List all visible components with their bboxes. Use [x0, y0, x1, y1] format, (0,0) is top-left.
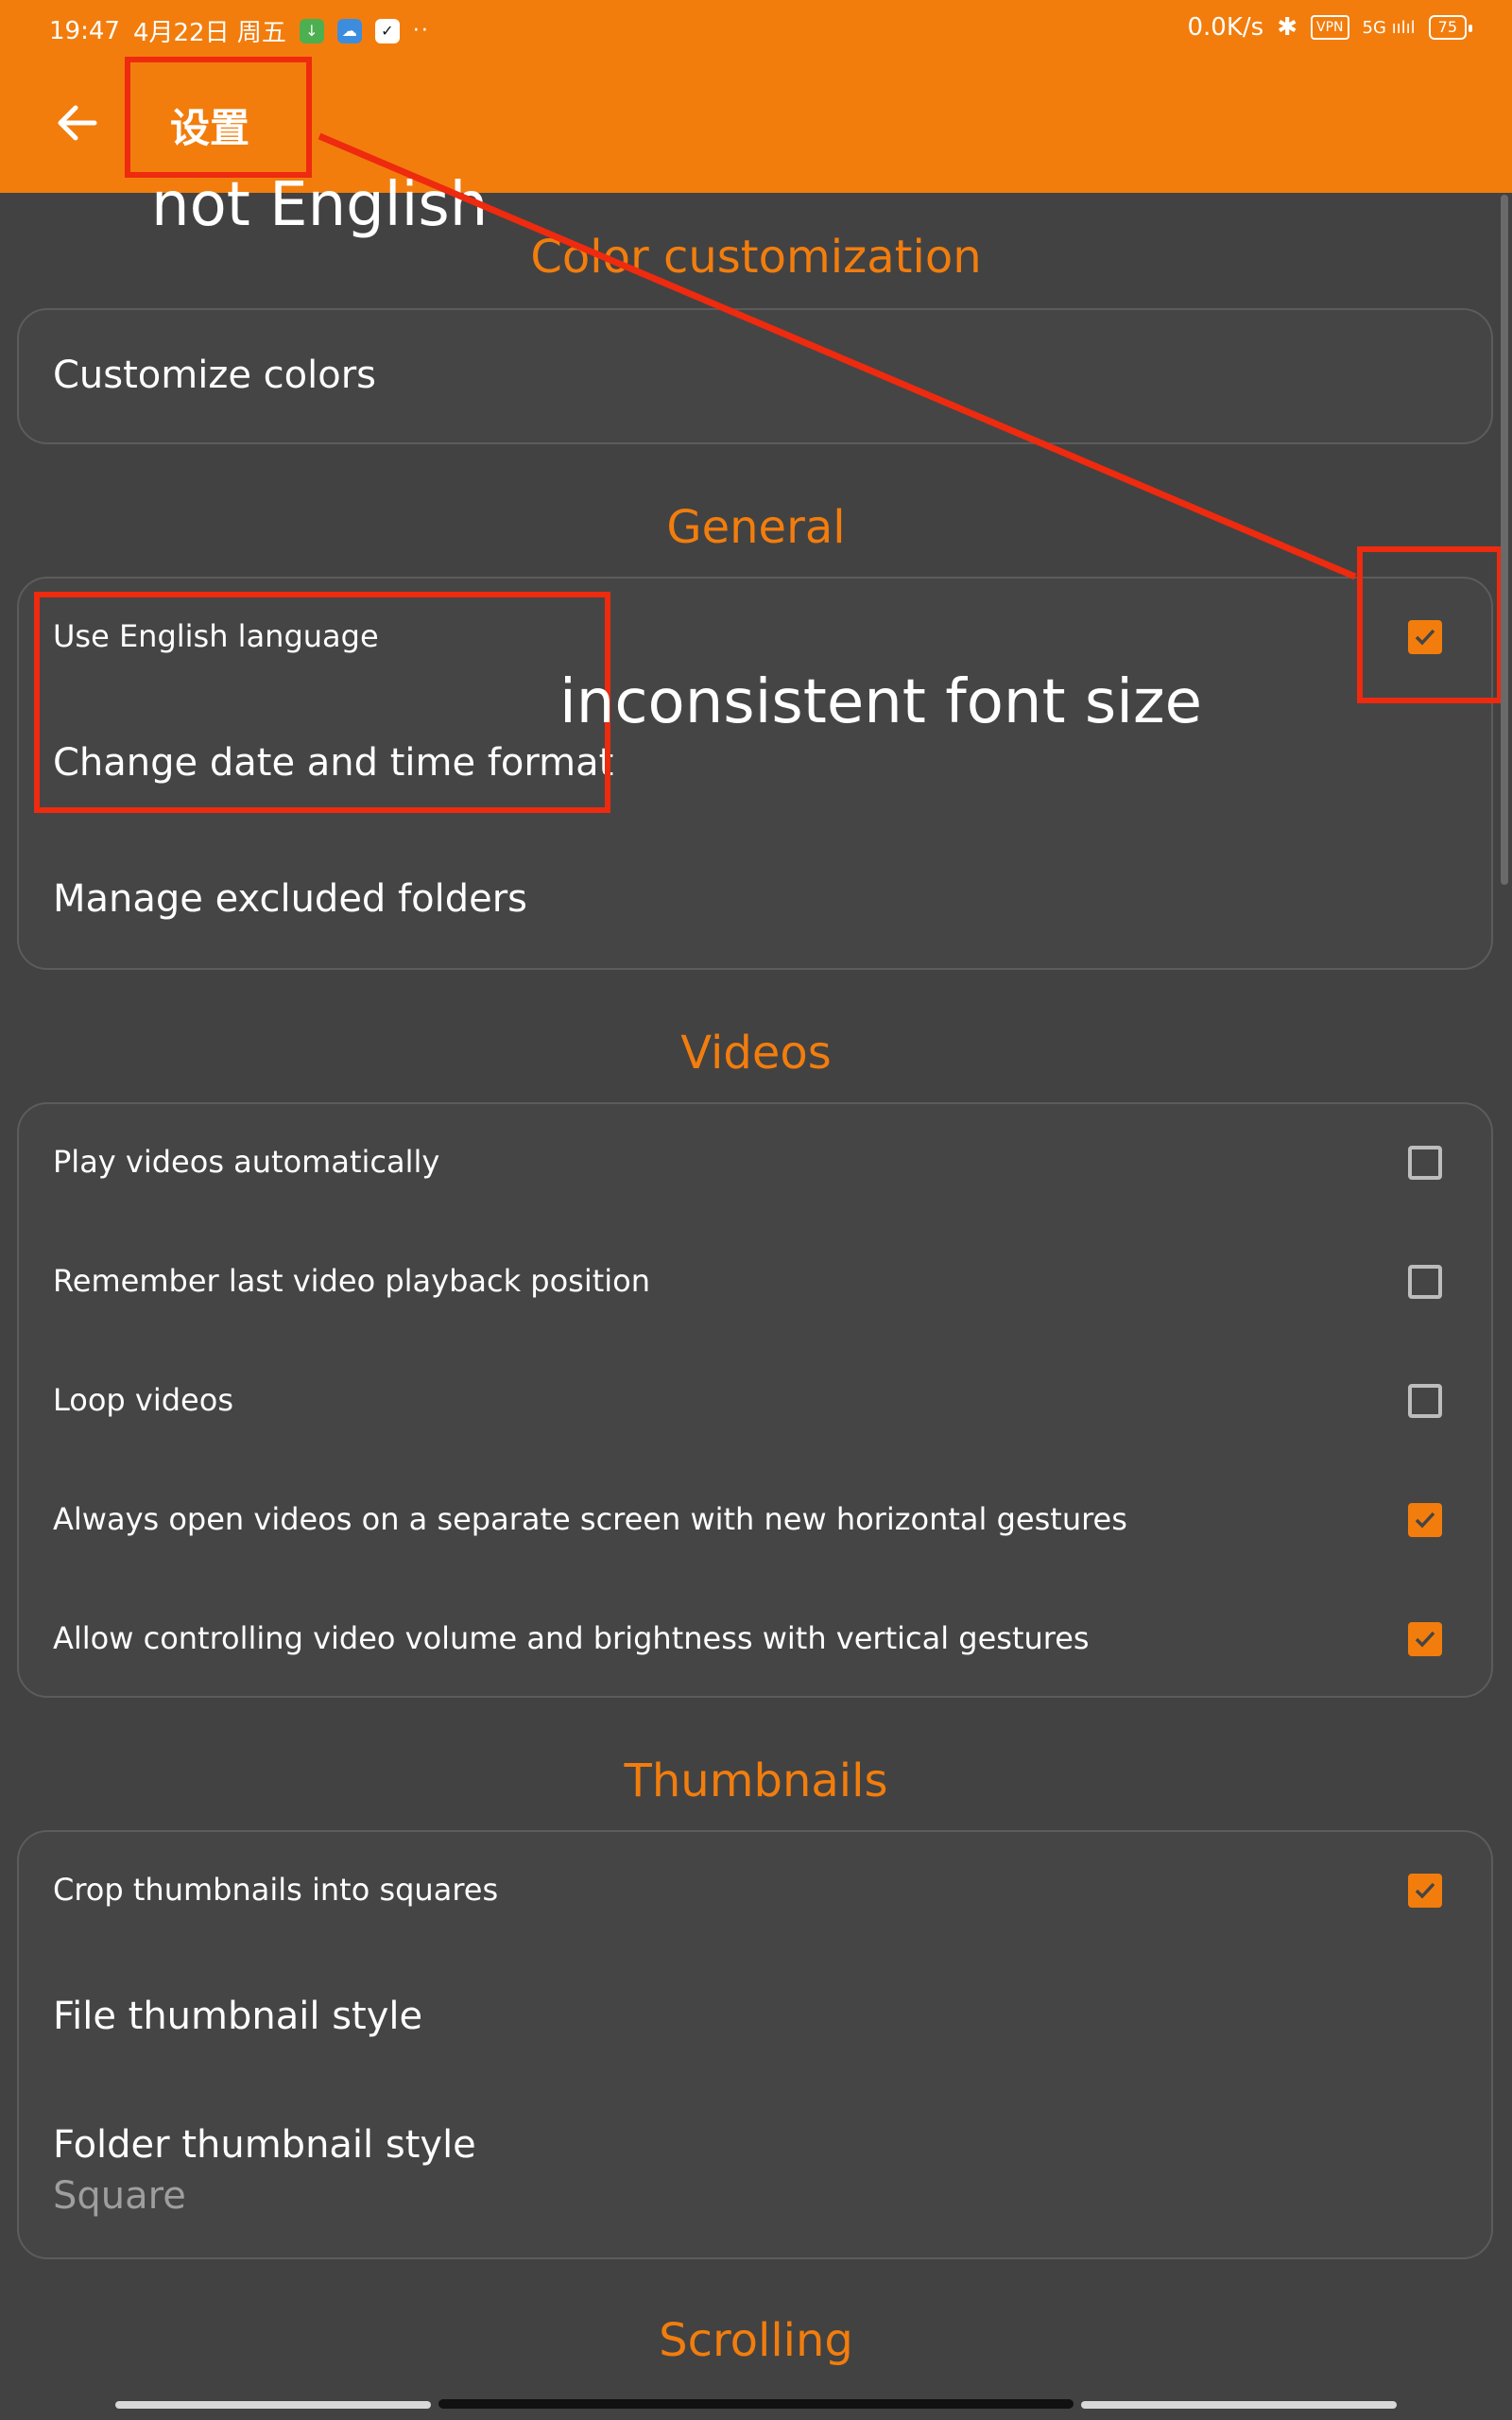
nav-indicator-left [115, 2401, 431, 2409]
card-thumbnails: Crop thumbnails into squares File thumbn… [17, 1830, 1493, 2259]
remember-position-checkbox[interactable] [1408, 1265, 1442, 1299]
folder-thumbnail-style-value: Square [53, 2174, 186, 2218]
home-indicator[interactable] [438, 2399, 1074, 2409]
section-title-videos: Videos [680, 1027, 832, 1080]
scrollbar[interactable] [1501, 195, 1508, 885]
crop-thumbnails-checkbox[interactable] [1408, 1874, 1442, 1908]
play-videos-automatically-item[interactable]: Play videos automatically [53, 1144, 439, 1180]
loop-videos-item[interactable]: Loop videos [53, 1382, 233, 1418]
vertical-gestures-item[interactable]: Allow controlling video volume and brigh… [53, 1620, 1090, 1656]
vertical-gestures-checkbox[interactable] [1408, 1622, 1442, 1656]
folder-thumbnail-style-item[interactable]: Folder thumbnail style [53, 2123, 476, 2167]
nav-indicator-right [1081, 2401, 1397, 2409]
separate-screen-gestures-item[interactable]: Always open videos on a separate screen … [53, 1501, 1127, 1537]
play-videos-checkbox[interactable] [1408, 1146, 1442, 1180]
crop-thumbnails-item[interactable]: Crop thumbnails into squares [53, 1872, 498, 1908]
checkmark-icon [1415, 1882, 1435, 1899]
remember-playback-position-item[interactable]: Remember last video playback position [53, 1263, 650, 1299]
section-title-scrolling: Scrolling [659, 2314, 853, 2367]
section-title-thumbnails: Thumbnails [624, 1754, 888, 1807]
checkmark-icon [1415, 1512, 1435, 1529]
separate-screen-checkbox[interactable] [1408, 1503, 1442, 1537]
card-videos: Play videos automatically Remember last … [17, 1102, 1493, 1698]
loop-videos-checkbox[interactable] [1408, 1384, 1442, 1418]
navigation-bar [0, 2397, 1512, 2420]
checkmark-icon [1415, 1631, 1435, 1648]
file-thumbnail-style-item[interactable]: File thumbnail style [53, 1995, 422, 2038]
